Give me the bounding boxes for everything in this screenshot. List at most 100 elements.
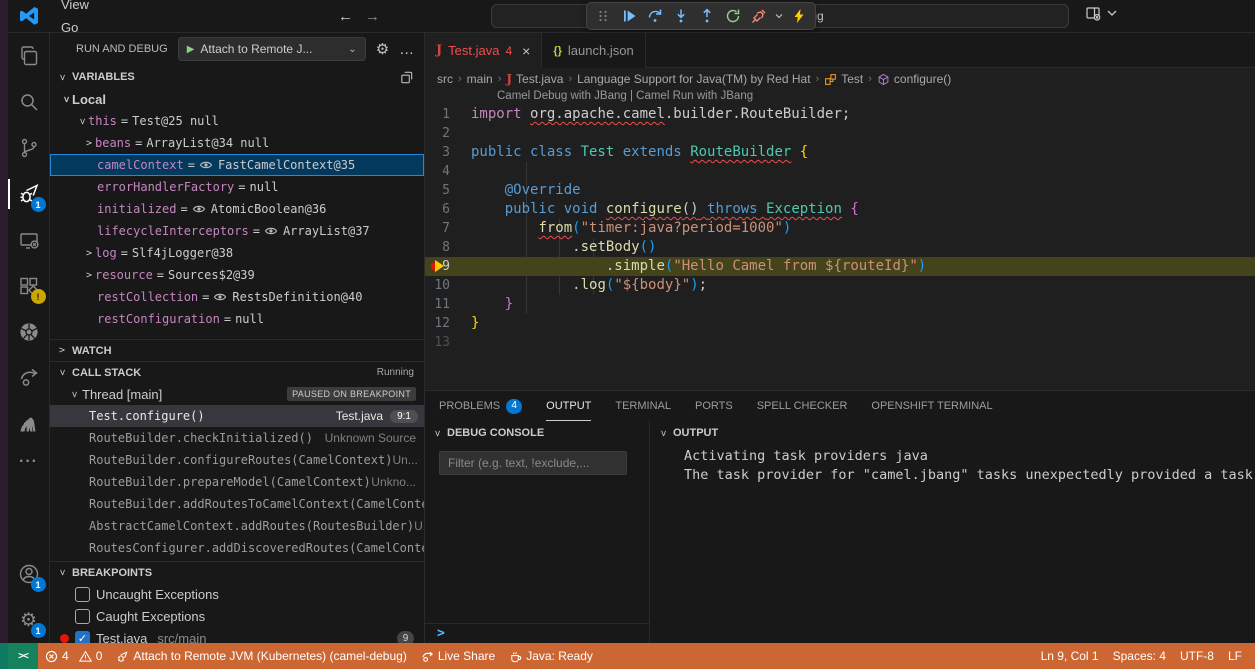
code-line[interactable]: 11 } — [425, 295, 1255, 314]
live-share-status[interactable]: Live Share — [414, 643, 502, 669]
breakpoint-checkbox[interactable]: ✓ — [75, 631, 90, 644]
activity-live-share[interactable] — [8, 355, 50, 401]
thread-row[interactable]: > Thread [main] PAUSED ON BREAKPOINT — [50, 383, 424, 405]
panel-tab-terminal[interactable]: TERMINAL — [615, 391, 671, 421]
stack-frame-row[interactable]: RouteBuilder.addRoutesToCamelContext(Cam… — [50, 493, 424, 515]
gripper-icon[interactable] — [591, 4, 615, 28]
stack-frame-row[interactable]: RouteBuilder.prepareModel(CamelContext)U… — [50, 471, 424, 493]
breakpoint-paused-icon[interactable] — [431, 260, 447, 273]
variable-row[interactable]: errorHandlerFactory=null — [50, 176, 424, 198]
disconnect-icon[interactable] — [747, 4, 771, 28]
activity-remote-explorer[interactable] — [8, 217, 50, 263]
back-arrow-button[interactable]: ← — [338, 8, 353, 25]
step-into-icon[interactable] — [669, 4, 693, 28]
variable-row[interactable]: restConfiguration=null — [50, 308, 424, 330]
panel-tab-output[interactable]: OUTPUT — [546, 391, 591, 421]
breakpoint-row[interactable]: Caught Exceptions — [50, 605, 424, 627]
variable-row[interactable]: >this=Test@25 null — [50, 110, 424, 132]
code-line[interactable]: 4 — [425, 162, 1255, 181]
breadcrumb-item[interactable]: JTest.java — [506, 72, 563, 86]
start-debug-icon[interactable]: ▶ — [187, 44, 195, 55]
code-line[interactable]: 9 .simple("Hello Camel from ${routeId}") — [425, 257, 1255, 276]
activity-accounts[interactable]: 1 — [8, 551, 50, 597]
cursor-position-status[interactable]: Ln 9, Col 1 — [1034, 643, 1106, 669]
breadcrumb-item[interactable]: configure() — [877, 72, 951, 86]
panel-tab-openshift-terminal[interactable]: OPENSHIFT TERMINAL — [871, 391, 992, 421]
variables-scope-row[interactable]: >Local — [50, 88, 424, 110]
activity-camel[interactable] — [8, 401, 50, 447]
gear-icon[interactable]: ⚙ — [376, 40, 389, 58]
panel-tab-problems[interactable]: PROBLEMS4 — [439, 391, 522, 421]
forward-arrow-button[interactable]: → — [365, 8, 380, 25]
watch-header[interactable]: > WATCH — [50, 339, 424, 361]
stack-frame-row[interactable]: RouteBuilder.configureRoutes(CamelContex… — [50, 449, 424, 471]
code-line[interactable]: 2 — [425, 124, 1255, 143]
breadcrumb-item[interactable]: src — [437, 72, 453, 86]
java-status[interactable]: Java: Ready — [502, 643, 600, 669]
variable-row[interactable]: camelContext=FastCamelContext@35 — [50, 154, 424, 176]
breakpoint-checkbox[interactable] — [75, 609, 90, 624]
encoding-status[interactable]: UTF-8 — [1173, 643, 1221, 669]
breadcrumb-item[interactable]: main — [467, 72, 493, 86]
eol-status[interactable]: LF — [1221, 643, 1249, 669]
stack-frame-row[interactable]: RouteBuilder.checkInitialized()Unknown S… — [50, 427, 424, 449]
code-line[interactable]: 13 — [425, 333, 1255, 352]
code-line[interactable]: 12} — [425, 314, 1255, 333]
activity-extensions[interactable]: ! — [8, 263, 50, 309]
variable-row[interactable]: >resource=Sources$2@39 — [50, 264, 424, 286]
variable-row[interactable]: >beans=ArrayList@34 null — [50, 132, 424, 154]
debug-console-header[interactable]: > DEBUG CONSOLE — [425, 421, 649, 445]
restart-icon[interactable] — [721, 4, 745, 28]
activity-kubernetes[interactable] — [8, 309, 50, 355]
variable-row[interactable]: >log=Slf4jLogger@38 — [50, 242, 424, 264]
activity-more[interactable]: ··· — [8, 447, 50, 493]
code-line[interactable]: 1import org.apache.camel.builder.RouteBu… — [425, 105, 1255, 124]
code-line[interactable]: 8 .setBody() — [425, 238, 1255, 257]
panel-tab-ports[interactable]: PORTS — [695, 391, 733, 421]
tab-test-java[interactable]: JTest.java4× — [425, 33, 542, 68]
activity-explorer[interactable] — [8, 33, 50, 79]
hot-code-replace-icon[interactable] — [787, 4, 811, 28]
activity-search[interactable] — [8, 79, 50, 125]
activity-settings[interactable]: ⚙1 — [8, 597, 50, 643]
chevron-down-icon[interactable] — [773, 4, 785, 28]
code-line[interactable]: 3public class Test extends RouteBuilder … — [425, 143, 1255, 162]
stack-frame-row[interactable]: AbstractCamelContext.addRoutes(RoutesBui… — [50, 515, 424, 537]
panel-tab-spell-checker[interactable]: SPELL CHECKER — [757, 391, 848, 421]
code-line[interactable]: 10 .log("${body}"); — [425, 276, 1255, 295]
customize-layout-button[interactable] — [1085, 5, 1120, 21]
output-header[interactable]: > OUTPUT — [651, 421, 1255, 445]
stack-frame-row[interactable]: Test.configure()Test.java9:1 — [50, 405, 424, 427]
collapse-all-icon[interactable] — [399, 70, 414, 85]
launch-config-dropdown[interactable]: ▶ Attach to Remote J... ⌄ — [178, 37, 366, 61]
stack-frame-row[interactable]: RoutesConfigurer.addDiscoveredRoutes(Cam… — [50, 537, 424, 559]
remote-indicator[interactable]: >< — [8, 643, 38, 669]
more-actions-icon[interactable]: … — [399, 41, 414, 58]
variables-header[interactable]: > VARIABLES — [50, 66, 424, 88]
activity-run-and-debug[interactable]: 1 — [8, 171, 50, 217]
breadcrumb-item[interactable]: Test — [824, 72, 863, 86]
step-out-icon[interactable] — [695, 4, 719, 28]
indentation-status[interactable]: Spaces: 4 — [1106, 643, 1173, 669]
tab-launch-json[interactable]: {}launch.json — [542, 33, 645, 68]
breadcrumb-item[interactable]: Language Support for Java(TM) by Red Hat — [577, 72, 810, 86]
debug-console-filter-input[interactable] — [439, 451, 627, 475]
breakpoint-checkbox[interactable] — [75, 587, 90, 602]
continue-icon[interactable] — [617, 4, 641, 28]
close-icon[interactable]: × — [522, 43, 530, 59]
variable-row[interactable]: initialized=AtomicBoolean@36 — [50, 198, 424, 220]
step-over-icon[interactable] — [643, 4, 667, 28]
menu-view[interactable]: View — [52, 0, 123, 16]
debug-session-status[interactable]: Attach to Remote JVM (Kubernetes) (camel… — [109, 643, 413, 669]
breakpoint-row[interactable]: ✓Test.javasrc/main9 — [50, 627, 424, 643]
variable-row[interactable]: lifecycleInterceptors=ArrayList@37 — [50, 220, 424, 242]
call-stack-header[interactable]: > CALL STACK Running — [50, 361, 424, 383]
code-line[interactable]: 5 @Override — [425, 181, 1255, 200]
codelens[interactable]: Camel Debug with JBang | Camel Run with … — [425, 90, 1255, 105]
code-line[interactable]: 6 public void configure() throws Excepti… — [425, 200, 1255, 219]
activity-source-control[interactable] — [8, 125, 50, 171]
problems-status[interactable]: 4 0 — [38, 643, 109, 669]
variable-row[interactable]: restCollection=RestsDefinition@40 — [50, 286, 424, 308]
debug-console-repl[interactable]: > — [425, 623, 649, 643]
breakpoints-header[interactable]: > BREAKPOINTS — [50, 561, 424, 583]
